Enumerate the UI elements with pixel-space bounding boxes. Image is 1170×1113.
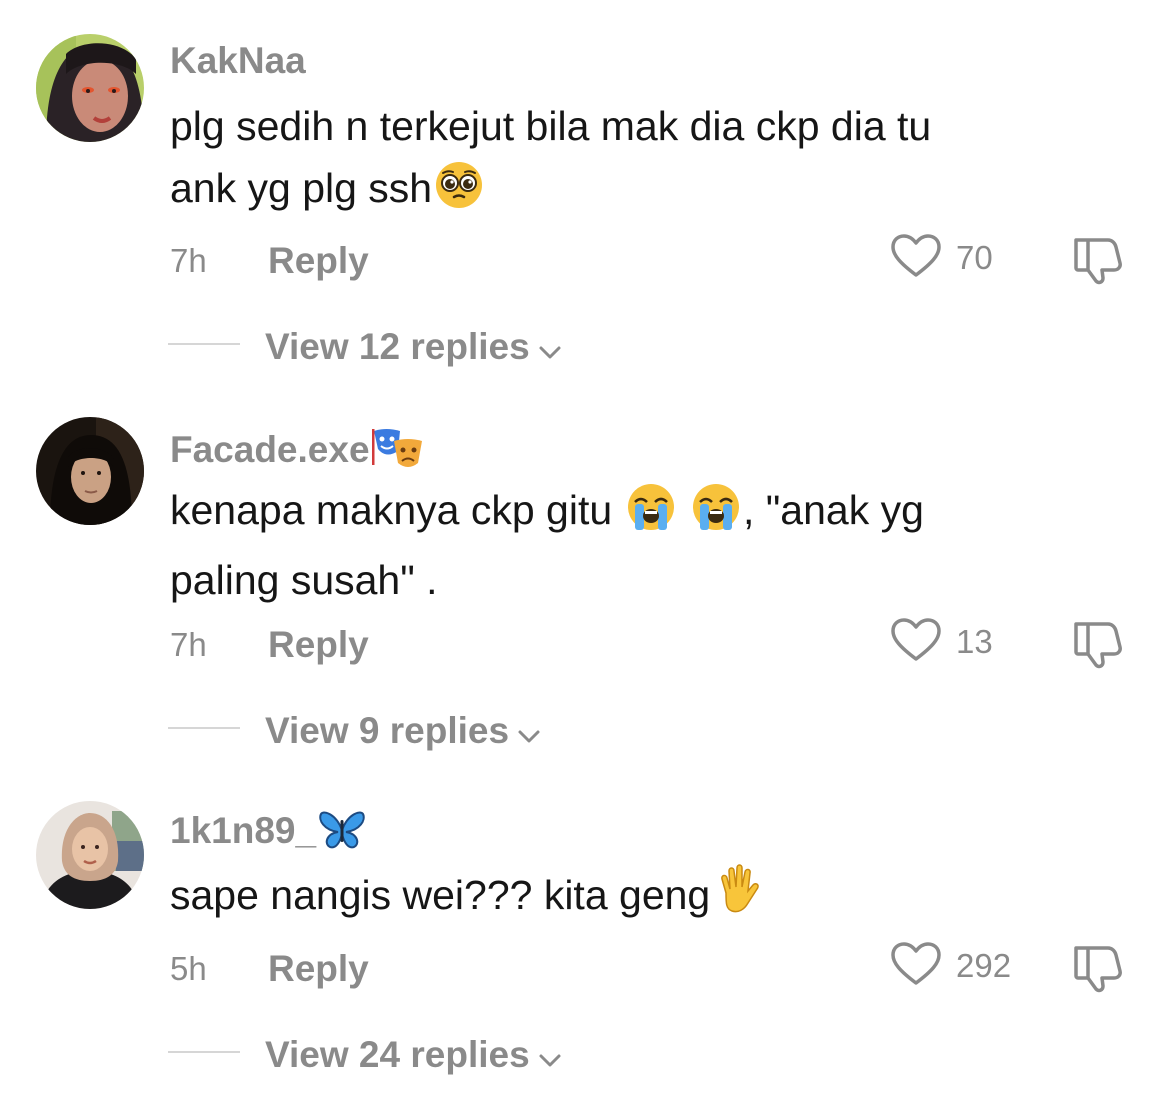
comment-text-line: plg sedih n terkejut bila mak dia ckp di… [170, 103, 932, 149]
view-replies-button[interactable]: View 9 replies [265, 708, 541, 754]
comment-actions: 5h Reply 292 [170, 941, 1170, 993]
loudly-crying-face-emoji [691, 482, 741, 549]
heart-outline-icon [890, 617, 942, 668]
view-replies-button[interactable]: View 24 replies [265, 1032, 562, 1078]
comment-username[interactable]: KakNaa [170, 42, 306, 79]
performing-arts-emoji [371, 425, 424, 479]
like-count: 13 [956, 623, 993, 660]
comment-text: plg sedih n terkejut bila mak dia ckp di… [170, 95, 1090, 227]
comment-timestamp: 7h [170, 242, 207, 279]
view-replies-label: View 24 replies [265, 1034, 530, 1075]
raised-hand-emoji [712, 863, 766, 934]
username-text: Facade.exe [170, 428, 370, 470]
reply-button[interactable]: Reply [268, 624, 369, 666]
chevron-down-icon [538, 1036, 562, 1078]
comment-actions: 7h Reply 70 [170, 233, 1170, 285]
view-replies-label: View 12 replies [265, 326, 530, 367]
comment-username[interactable]: 1k1n89_ [170, 810, 366, 856]
comment-timestamp: 5h [170, 950, 207, 987]
avatar[interactable] [36, 801, 144, 909]
replies-divider [168, 1051, 240, 1053]
comment-text: sape nangis wei??? kita geng [170, 863, 1090, 934]
pleading-face-emoji [434, 160, 484, 227]
comment-text-line: paling susah" . [170, 557, 438, 603]
comment-text-line: kenapa maknya ckp gitu [170, 487, 613, 533]
view-replies-button[interactable]: View 12 replies [265, 324, 562, 370]
reply-button[interactable]: Reply [268, 948, 369, 990]
like-count: 70 [956, 239, 993, 276]
chevron-down-icon [517, 712, 541, 754]
thumbs-down-outline-icon [1072, 238, 1124, 290]
like-button[interactable]: 292 [890, 941, 1012, 988]
chevron-down-icon [538, 328, 562, 370]
dislike-button[interactable] [1072, 234, 1124, 291]
comment-text: kenapa maknya ckp gitu , "anak yg paling… [170, 479, 1090, 611]
username-text: KakNaa [170, 40, 306, 81]
butterfly-emoji [318, 810, 366, 856]
comment-timestamp: 7h [170, 626, 207, 663]
avatar[interactable] [36, 417, 144, 525]
comment-actions: 7h Reply 13 [170, 617, 1170, 669]
dislike-button[interactable] [1072, 618, 1124, 675]
like-button[interactable]: 13 [890, 617, 993, 664]
heart-outline-icon [890, 233, 942, 284]
loudly-crying-face-emoji [626, 482, 676, 549]
like-button[interactable]: 70 [890, 233, 993, 280]
comment-text-line: ank yg plg ssh [170, 165, 433, 211]
comment-username[interactable]: Facade.exe [170, 425, 424, 479]
avatar[interactable] [36, 34, 144, 142]
reply-button[interactable]: Reply [268, 240, 369, 282]
view-replies-label: View 9 replies [265, 710, 510, 751]
thumbs-down-outline-icon [1072, 622, 1124, 674]
replies-divider [168, 727, 240, 729]
dislike-button[interactable] [1072, 942, 1124, 999]
comment-text-line: , "anak yg [742, 487, 924, 533]
replies-divider [168, 343, 240, 345]
like-count: 292 [956, 947, 1012, 984]
thumbs-down-outline-icon [1072, 946, 1124, 998]
heart-outline-icon [890, 941, 942, 992]
comment-text-line: sape nangis wei??? kita geng [170, 872, 711, 918]
username-text: 1k1n89_ [170, 809, 317, 851]
